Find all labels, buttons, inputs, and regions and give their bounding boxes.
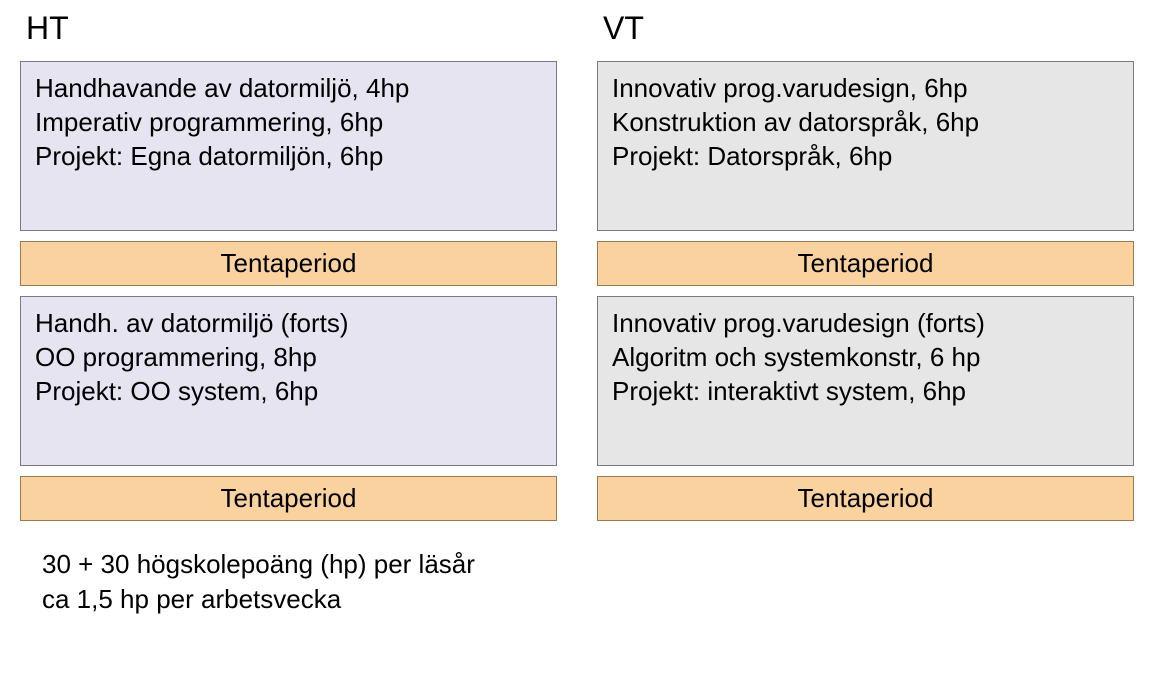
vt-header: VT bbox=[603, 10, 1134, 47]
ht-column: HT Handhavande av datormiljö, 4hp Impera… bbox=[20, 10, 557, 521]
course-line: Konstruktion av datorspråk, 6hp bbox=[612, 106, 1119, 140]
ht-course-block-1: Handhavande av datormiljö, 4hp Imperativ… bbox=[20, 61, 557, 231]
course-line: Projekt: OO system, 6hp bbox=[35, 375, 542, 409]
vt-tenta-1: Tentaperiod bbox=[597, 241, 1134, 286]
ht-course-block-2: Handh. av datormiljö (forts) OO programm… bbox=[20, 296, 557, 466]
ht-tenta-1: Tentaperiod bbox=[20, 241, 557, 286]
course-line: Innovativ prog.varudesign (forts) bbox=[612, 307, 1119, 341]
footer-line-2: ca 1,5 hp per arbetsvecka bbox=[42, 582, 1134, 617]
course-line: Projekt: interaktivt system, 6hp bbox=[612, 375, 1119, 409]
ht-tenta-2: Tentaperiod bbox=[20, 476, 557, 521]
course-line: OO programmering, 8hp bbox=[35, 341, 542, 375]
vt-column: VT Innovativ prog.varudesign, 6hp Konstr… bbox=[597, 10, 1134, 521]
course-line: Handhavande av datormiljö, 4hp bbox=[35, 72, 542, 106]
footer-line-1: 30 + 30 högskolepoäng (hp) per läsår bbox=[42, 547, 1134, 582]
course-line: Handh. av datormiljö (forts) bbox=[35, 307, 542, 341]
course-line: Innovativ prog.varudesign, 6hp bbox=[612, 72, 1119, 106]
ht-header: HT bbox=[26, 10, 557, 47]
vt-course-block-1: Innovativ prog.varudesign, 6hp Konstrukt… bbox=[597, 61, 1134, 231]
vt-tenta-2: Tentaperiod bbox=[597, 476, 1134, 521]
course-line: Projekt: Datorspråk, 6hp bbox=[612, 140, 1119, 174]
vt-course-block-2: Innovativ prog.varudesign (forts) Algori… bbox=[597, 296, 1134, 466]
footer-notes: 30 + 30 högskolepoäng (hp) per läsår ca … bbox=[42, 547, 1134, 617]
course-line: Imperativ programmering, 6hp bbox=[35, 106, 542, 140]
semester-columns: HT Handhavande av datormiljö, 4hp Impera… bbox=[20, 10, 1134, 521]
course-line: Algoritm och systemkonstr, 6 hp bbox=[612, 341, 1119, 375]
course-line: Projekt: Egna datormiljön, 6hp bbox=[35, 140, 542, 174]
